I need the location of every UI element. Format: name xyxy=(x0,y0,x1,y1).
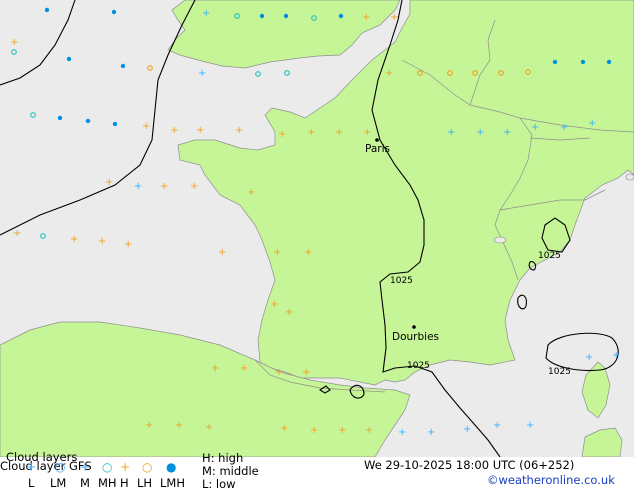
svg-text:+: + xyxy=(273,247,281,258)
svg-text:+: + xyxy=(247,187,255,198)
svg-text:1025: 1025 xyxy=(538,251,561,261)
credit-link[interactable]: ©weatheronline.co.uk xyxy=(487,474,615,487)
svg-text:+: + xyxy=(285,307,293,318)
svg-text:+: + xyxy=(134,181,142,192)
svg-text:+: + xyxy=(10,37,18,48)
svg-text:+: + xyxy=(588,118,596,129)
svg-text:+: + xyxy=(190,181,198,192)
svg-text:+: + xyxy=(196,125,204,136)
svg-text:+: + xyxy=(476,127,484,138)
legend-label-m: M xyxy=(80,476,90,490)
lake-geneva xyxy=(493,236,507,244)
legend-label-h: H xyxy=(120,476,129,490)
svg-text:+: + xyxy=(463,424,471,435)
svg-text:+: + xyxy=(612,350,620,361)
svg-text:+: + xyxy=(280,423,288,434)
svg-text:+: + xyxy=(235,125,243,136)
city-dot-dourbies xyxy=(412,325,416,329)
legend-subtitle: Cloud layer GFS xyxy=(0,459,92,473)
open-circle-icon: ○ xyxy=(55,460,66,474)
city-label-dourbies: Dourbies xyxy=(392,331,439,343)
svg-text:+: + xyxy=(335,127,343,138)
svg-text:+: + xyxy=(13,228,21,239)
city-label-paris: Paris xyxy=(365,143,390,155)
legend-label-lh: LH xyxy=(137,476,153,490)
svg-text:+: + xyxy=(205,422,213,433)
plus-icon: + xyxy=(26,460,37,474)
svg-text:+: + xyxy=(240,363,248,374)
svg-text:1025: 1025 xyxy=(548,367,571,377)
svg-text:+: + xyxy=(202,8,210,19)
svg-text:+: + xyxy=(338,425,346,436)
legend-datetime: We 29-10-2025 18:00 UTC (06+252) xyxy=(364,458,575,472)
legend-label-lm: LM xyxy=(50,476,67,490)
plus-icon: + xyxy=(120,460,131,474)
svg-text:+: + xyxy=(124,239,132,250)
plus-icon: + xyxy=(80,460,91,474)
svg-text:+: + xyxy=(270,299,278,310)
open-circle-icon: ○ xyxy=(142,460,153,474)
svg-text:+: + xyxy=(304,247,312,258)
svg-text:+: + xyxy=(302,367,310,378)
svg-text:+: + xyxy=(365,425,373,436)
svg-text:+: + xyxy=(70,234,78,245)
map-area: + + + + + + + + + + + + + + + + + + + + + + + + + + + + + +… xyxy=(0,0,634,457)
svg-text:+: + xyxy=(307,127,315,138)
svg-text:+: + xyxy=(362,12,370,23)
svg-text:+: + xyxy=(278,129,286,140)
svg-text:1025: 1025 xyxy=(407,361,430,371)
svg-text:+: + xyxy=(531,122,539,133)
filled-dot-icon: ● xyxy=(166,460,177,474)
svg-text:+: + xyxy=(98,236,106,247)
svg-text:+: + xyxy=(160,181,168,192)
svg-text:+: + xyxy=(385,68,393,79)
legend-key-low: L: low xyxy=(202,477,236,491)
svg-text:+: + xyxy=(170,125,178,136)
svg-text:+: + xyxy=(142,121,150,132)
svg-text:+: + xyxy=(560,122,568,133)
svg-text:+: + xyxy=(198,68,206,79)
svg-text:+: + xyxy=(503,127,511,138)
svg-text:+: + xyxy=(105,177,113,188)
legend-label-l: L xyxy=(28,476,35,490)
open-circle-icon: ○ xyxy=(102,460,113,474)
svg-text:+: + xyxy=(427,427,435,438)
svg-text:+: + xyxy=(310,425,318,436)
lake-garda xyxy=(625,173,634,181)
svg-text:+: + xyxy=(175,420,183,431)
svg-text:+: + xyxy=(493,420,501,431)
svg-text:+: + xyxy=(145,420,153,431)
legend-label-lmh: LMH xyxy=(160,476,185,490)
legend-bar: Cloud layers Cloud layer GFS + ○ + ○ + ○… xyxy=(0,451,634,491)
legend-label-mh: MH xyxy=(98,476,117,490)
svg-text:+: + xyxy=(390,12,398,23)
svg-text:1025: 1025 xyxy=(390,276,413,286)
svg-text:+: + xyxy=(447,127,455,138)
svg-text:+: + xyxy=(218,247,226,258)
weather-map: + + + + + + + + + + + + + + + + + + + + + + + + + + + + + +… xyxy=(0,0,634,457)
svg-text:+: + xyxy=(585,352,593,363)
svg-text:+: + xyxy=(398,427,406,438)
city-dot-paris xyxy=(375,138,379,142)
svg-text:+: + xyxy=(526,420,534,431)
svg-text:+: + xyxy=(211,363,219,374)
svg-text:+: + xyxy=(275,367,283,378)
svg-text:+: + xyxy=(363,127,371,138)
